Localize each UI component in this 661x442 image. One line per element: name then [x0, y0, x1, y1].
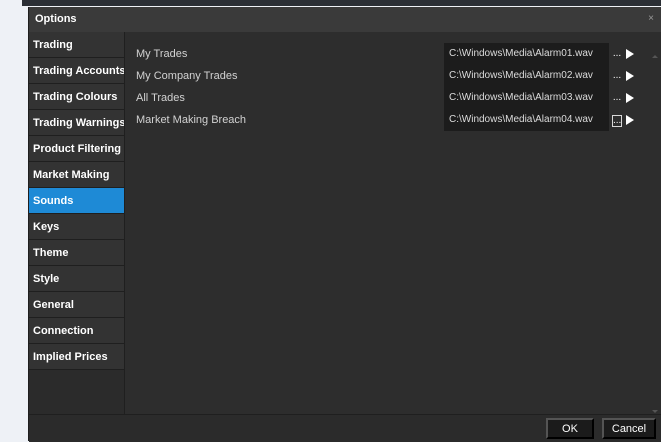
sound-path-field[interactable]: C:\Windows\Media\Alarm03.wav [444, 87, 609, 109]
title-bar[interactable]: Options × [29, 7, 661, 32]
sidebar-item-style[interactable]: Style [29, 266, 124, 292]
play-icon[interactable] [626, 49, 634, 59]
sound-row-label: My Trades [136, 48, 188, 60]
sound-path-text: C:\Windows\Media\Alarm03.wav [449, 92, 593, 103]
sound-path-field[interactable]: C:\Windows\Media\Alarm01.wav [444, 43, 609, 65]
sound-row-label: All Trades [136, 92, 185, 104]
sound-path-field[interactable]: C:\Windows\Media\Alarm02.wav [444, 65, 609, 87]
sidebar-item-implied-prices[interactable]: Implied Prices [29, 344, 124, 370]
sidebar-item-label: Theme [33, 246, 69, 259]
sidebar-item-label: Trading Colours [33, 90, 118, 103]
scroll-up-arrow-icon[interactable] [652, 55, 658, 58]
sidebar-item-sounds[interactable]: Sounds [29, 188, 124, 214]
sound-row-label: My Company Trades [136, 70, 238, 82]
sidebar-item-trading-colours[interactable]: Trading Colours [29, 84, 124, 110]
sidebar-item-keys[interactable]: Keys [29, 214, 124, 240]
browse-button[interactable]: ... [612, 49, 622, 61]
sound-row-my-trades: My Trades C:\Windows\Media\Alarm01.wav .… [125, 43, 661, 65]
sidebar-item-label: Market Making [33, 168, 110, 181]
browse-button[interactable]: ... [612, 93, 622, 105]
sidebar-item-label: Product Filtering [33, 142, 121, 155]
sidebar-item-label: Trading Accounts [33, 64, 124, 77]
browse-button[interactable]: ... [612, 115, 622, 127]
sounds-panel: My Trades C:\Windows\Media\Alarm01.wav .… [125, 32, 661, 414]
sidebar-item-label: Implied Prices [33, 350, 108, 363]
sidebar-item-product-filtering[interactable]: Product Filtering [29, 136, 124, 162]
sidebar-item-label: Connection [33, 324, 94, 337]
dialog-footer: OK Cancel [29, 414, 661, 442]
sound-row-label: Market Making Breach [136, 114, 247, 126]
sound-path-text: C:\Windows\Media\Alarm01.wav [449, 48, 593, 59]
sound-row-my-company-trades: My Company Trades C:\Windows\Media\Alarm… [125, 65, 661, 87]
sidebar-item-general[interactable]: General [29, 292, 124, 318]
play-icon[interactable] [626, 71, 634, 81]
options-dialog: Options × Trading Trading Accounts Tradi… [28, 7, 661, 442]
scroll-down-arrow-icon[interactable] [652, 410, 658, 413]
background-window-strip [22, 0, 661, 6]
sidebar-item-connection[interactable]: Connection [29, 318, 124, 344]
sidebar-item-label: Sounds [33, 194, 74, 207]
sidebar-item-trading-warnings[interactable]: Trading Warnings [29, 110, 124, 136]
sound-path-field[interactable]: C:\Windows\Media\Alarm04.wav [444, 109, 609, 131]
cancel-button[interactable]: Cancel [602, 418, 656, 439]
sidebar-item-market-making[interactable]: Market Making [29, 162, 124, 188]
sidebar-item-label: Style [33, 272, 60, 285]
browse-button[interactable]: ... [612, 71, 622, 83]
ok-button[interactable]: OK [546, 418, 594, 439]
sidebar-item-label: Trading [33, 38, 73, 51]
sound-path-text: C:\Windows\Media\Alarm02.wav [449, 70, 593, 81]
play-icon[interactable] [626, 93, 634, 103]
sidebar-item-theme[interactable]: Theme [29, 240, 124, 266]
close-icon[interactable]: × [648, 13, 654, 24]
sidebar-item-label: General [33, 298, 74, 311]
sound-path-text: C:\Windows\Media\Alarm04.wav [449, 114, 593, 125]
play-icon[interactable] [626, 115, 634, 125]
sound-row-all-trades: All Trades C:\Windows\Media\Alarm03.wav … [125, 87, 661, 109]
sound-row-market-making-breach: Market Making Breach C:\Windows\Media\Al… [125, 109, 661, 131]
window-title: Options [35, 13, 77, 25]
options-sidebar: Trading Trading Accounts Trading Colours… [29, 32, 125, 414]
sidebar-item-trading-accounts[interactable]: Trading Accounts [29, 58, 124, 84]
sidebar-item-label: Trading Warnings [33, 116, 124, 129]
sidebar-item-trading[interactable]: Trading [29, 32, 124, 58]
sidebar-item-label: Keys [33, 220, 60, 233]
